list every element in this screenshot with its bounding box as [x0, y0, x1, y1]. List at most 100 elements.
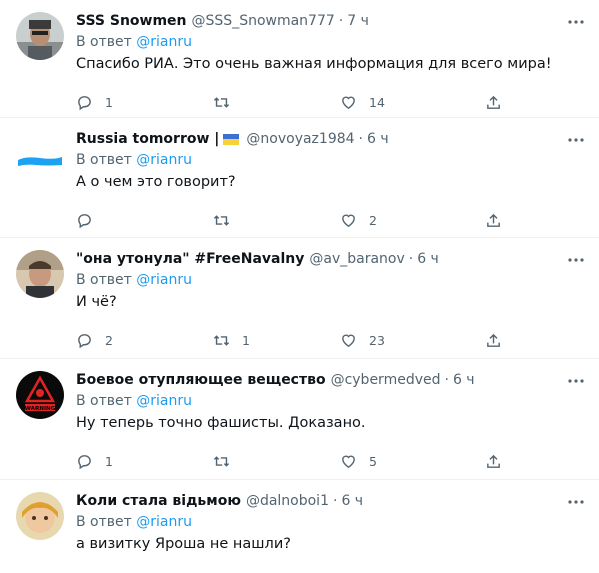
display-name[interactable]: Боевое отупляющее вещество	[76, 372, 326, 388]
mention-link[interactable]: @rianru	[136, 514, 192, 530]
retweet-icon	[213, 214, 230, 226]
display-name[interactable]: Коли стала відьмою	[76, 493, 241, 509]
like-button[interactable]: 2	[340, 212, 485, 229]
mention-link[interactable]: @rianru	[136, 272, 192, 288]
retweet-icon	[213, 455, 230, 467]
retweet-button[interactable]	[213, 212, 340, 229]
heart-icon	[342, 455, 355, 468]
action-bar: 2	[76, 201, 583, 239]
share-button[interactable]	[485, 212, 505, 229]
heart-icon	[342, 214, 355, 227]
timestamp[interactable]: 6 ч	[417, 251, 439, 267]
more-options-icon[interactable]	[567, 372, 585, 390]
share-button[interactable]	[485, 332, 505, 349]
reply-context: В ответ @rianru	[76, 512, 583, 533]
reply-prefix: В ответ	[76, 152, 132, 168]
tweet-text: Спасибо РИА. Это очень важная информация…	[76, 56, 552, 72]
more-options-icon[interactable]	[567, 13, 585, 31]
reply-button[interactable]: 2	[76, 332, 213, 349]
action-bar: 1 14	[76, 83, 583, 121]
tweet[interactable]: Коли стала відьмою @dalnoboi1 · 6 ч В от…	[0, 480, 599, 573]
separator: ·	[444, 372, 449, 388]
action-bar: 2 1 23	[76, 321, 583, 359]
tweet-text: Ну теперь точно фашисты. Доказано.	[76, 415, 366, 431]
tweet[interactable]: SSS Snowmen @SSS_Snowman777 · 7 ч В отве…	[0, 0, 599, 118]
reply-count: 1	[105, 94, 113, 110]
separator: ·	[408, 251, 414, 267]
action-bar: 1 5	[76, 442, 583, 480]
tweet-text: И чё?	[76, 294, 117, 310]
retweet-button[interactable]: 1	[213, 332, 340, 349]
share-button[interactable]	[485, 94, 505, 111]
user-handle[interactable]: @dalnoboi1	[246, 493, 329, 509]
reply-count: 1	[105, 453, 113, 469]
tweet[interactable]: WARNING Боевое отупляющее вещество @cybe…	[0, 359, 599, 480]
like-button[interactable]: 14	[340, 94, 485, 111]
retweet-button[interactable]	[213, 453, 340, 470]
reply-icon	[78, 454, 91, 469]
tweet-text: а визитку Яроша не нашли?	[76, 536, 291, 552]
share-icon	[487, 95, 500, 109]
like-button[interactable]: 5	[340, 453, 485, 470]
like-count: 2	[369, 212, 377, 228]
more-options-icon[interactable]	[567, 251, 585, 269]
timestamp[interactable]: 6 ч	[453, 372, 475, 388]
avatar[interactable]	[16, 12, 64, 60]
tweet-header: Коли стала відьмою @dalnoboi1 · 6 ч	[76, 490, 583, 512]
avatar[interactable]	[16, 250, 64, 298]
heart-icon	[342, 96, 355, 109]
timestamp[interactable]: 7 ч	[347, 13, 369, 29]
mention-link[interactable]: @rianru	[136, 393, 192, 409]
reply-prefix: В ответ	[76, 393, 132, 409]
like-count: 14	[369, 94, 385, 110]
reply-context: В ответ @rianru	[76, 32, 583, 53]
tweet-header: Russia tomorrow | @novoyaz1984 · 6 ч	[76, 128, 583, 150]
like-button[interactable]: 23	[340, 332, 485, 349]
reply-context: В ответ @rianru	[76, 270, 583, 291]
user-handle[interactable]: @SSS_Snowman777	[192, 13, 335, 29]
reply-button[interactable]	[76, 212, 213, 229]
retweet-icon	[213, 334, 230, 346]
mention-link[interactable]: @rianru	[136, 34, 192, 50]
user-handle[interactable]: @av_baranov	[309, 251, 404, 267]
ukraine-flag-icon	[223, 133, 240, 145]
share-icon	[487, 213, 500, 227]
reply-prefix: В ответ	[76, 514, 132, 530]
separator: ·	[358, 131, 363, 147]
display-name[interactable]: Russia tomorrow |	[76, 131, 219, 147]
share-button[interactable]	[485, 453, 505, 470]
separator: ·	[332, 493, 338, 509]
user-handle[interactable]: @cybermedved	[331, 372, 441, 388]
timestamp[interactable]: 6 ч	[367, 131, 389, 147]
retweet-button[interactable]	[213, 94, 340, 111]
retweet-count: 1	[242, 332, 250, 348]
avatar[interactable]	[16, 138, 64, 186]
display-name[interactable]: "она утонула" #FreeNavalny	[76, 251, 304, 267]
like-count: 23	[369, 332, 385, 348]
like-count: 5	[369, 453, 377, 469]
avatar[interactable]: WARNING	[16, 371, 64, 419]
reply-count: 2	[105, 332, 113, 348]
tweet[interactable]: Russia tomorrow | @novoyaz1984 · 6 ч В о…	[0, 118, 599, 238]
tweet-header: SSS Snowmen @SSS_Snowman777 · 7 ч	[76, 10, 583, 32]
reply-button[interactable]: 1	[76, 94, 213, 111]
reply-button[interactable]: 1	[76, 453, 213, 470]
more-options-icon[interactable]	[567, 493, 585, 511]
reply-icon	[78, 95, 91, 110]
avatar-label: WARNING	[25, 406, 56, 412]
share-icon	[487, 333, 500, 347]
share-icon	[487, 454, 500, 468]
display-name[interactable]: SSS Snowmen	[76, 13, 187, 29]
reply-context: В ответ @rianru	[76, 150, 583, 171]
more-options-icon[interactable]	[567, 131, 585, 149]
timestamp[interactable]: 6 ч	[341, 493, 363, 509]
avatar[interactable]	[16, 492, 64, 540]
tweet-text: А о чем это говорит?	[76, 174, 236, 190]
mention-link[interactable]: @rianru	[136, 152, 192, 168]
tweet-header: "она утонула" #FreeNavalny @av_baranov ·…	[76, 248, 583, 270]
tweet-header: Боевое отупляющее вещество @cybermedved …	[76, 369, 583, 391]
user-handle[interactable]: @novoyaz1984	[246, 131, 354, 147]
reply-prefix: В ответ	[76, 34, 132, 50]
reply-icon	[78, 213, 91, 228]
tweet[interactable]: "она утонула" #FreeNavalny @av_baranov ·…	[0, 238, 599, 359]
